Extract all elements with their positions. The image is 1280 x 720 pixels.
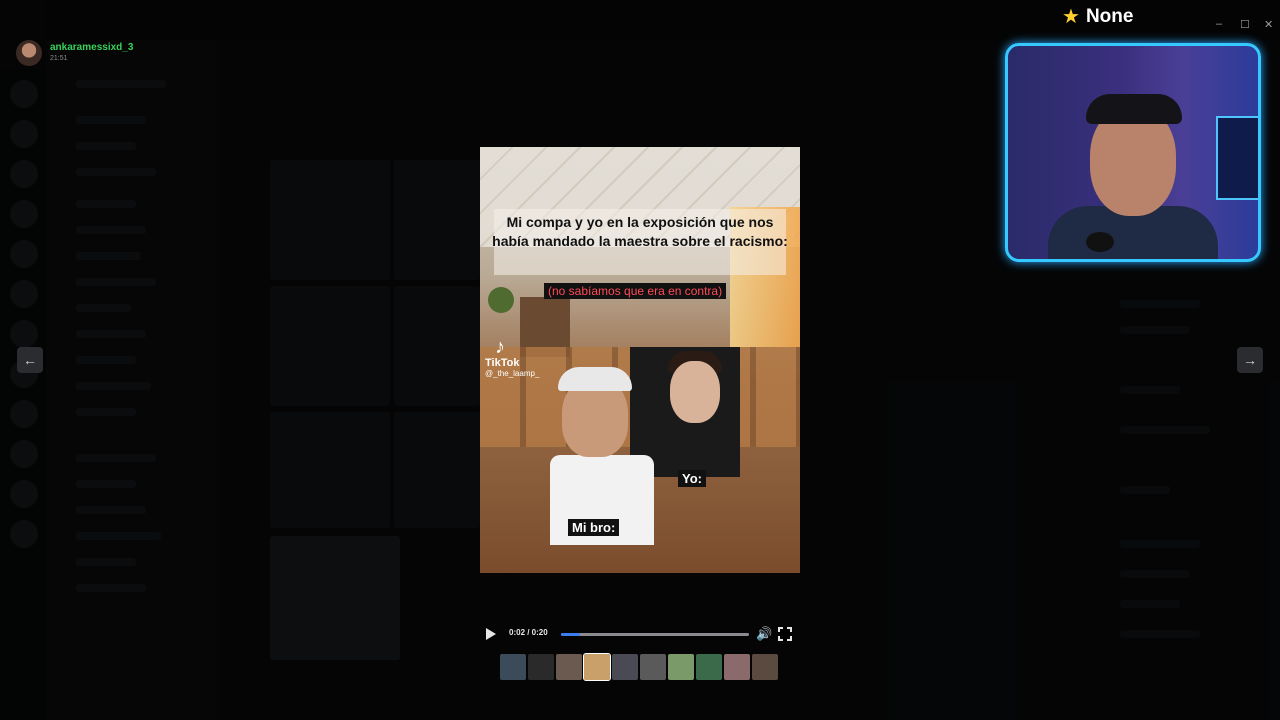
video-scene-plant: [488, 287, 514, 313]
video-time: 0:02 / 0:20: [509, 628, 548, 637]
fullscreen-icon[interactable]: [778, 627, 792, 641]
webcam-headphones: [1086, 94, 1182, 124]
arrow-left-icon: ←: [23, 352, 37, 368]
thumbnail[interactable]: [724, 654, 750, 680]
avatar[interactable]: [16, 40, 42, 66]
volume-icon[interactable]: 🔊: [756, 626, 772, 642]
uploader-name[interactable]: ankaramessixd_3: [50, 42, 133, 54]
video-person-left: [550, 367, 654, 545]
video-subnote: (no sabíamos que era en contra): [544, 283, 727, 299]
upload-time: 21:51: [50, 55, 68, 62]
close-icon[interactable]: ✕: [1264, 18, 1273, 31]
play-icon[interactable]: [486, 628, 496, 640]
webcam-microphone: [1086, 232, 1114, 252]
label-yo: Yo:: [678, 470, 706, 487]
webcam-title: ★ None: [1062, 6, 1133, 28]
video-controls: 0:02 / 0:20 🔊: [480, 624, 800, 644]
label-mi-bro: Mi bro:: [568, 519, 620, 536]
seek-bar-fill: [561, 633, 580, 636]
thumbnail[interactable]: [500, 654, 526, 680]
tiktok-watermark: ♪ TikTok @_the_laamp_: [485, 337, 539, 379]
seek-bar[interactable]: [561, 633, 749, 636]
previous-media-button[interactable]: ←: [17, 347, 43, 373]
webcam-name: None: [1085, 6, 1134, 27]
webcam-overlay: [1005, 43, 1261, 262]
star-icon: ★: [1062, 6, 1080, 28]
thumbnail[interactable]: [668, 654, 694, 680]
tiktok-handle: @_the_laamp_: [485, 369, 540, 378]
uploader-info: ankaramessixd_3 21:51: [16, 40, 133, 66]
webcam-shelf: [1216, 116, 1258, 200]
thumbnail[interactable]: [612, 654, 638, 680]
video-player[interactable]: Mi compa y yo en la exposición que nos h…: [480, 147, 800, 573]
thumbnail[interactable]: [696, 654, 722, 680]
thumbnail[interactable]: [640, 654, 666, 680]
minimize-icon[interactable]: –: [1216, 18, 1222, 30]
arrow-right-icon: →: [1243, 352, 1257, 368]
next-media-button[interactable]: →: [1237, 347, 1263, 373]
tiktok-name: TikTok: [485, 357, 520, 369]
tiktok-icon: ♪: [495, 336, 505, 358]
thumbnail[interactable]: [752, 654, 778, 680]
thumbnail[interactable]: [583, 653, 611, 681]
thumbnail[interactable]: [556, 654, 582, 680]
thumbnail[interactable]: [528, 654, 554, 680]
video-caption: Mi compa y yo en la exposición que nos h…: [492, 214, 788, 249]
thumbnail-strip: [500, 653, 780, 681]
maximize-icon[interactable]: ☐: [1240, 18, 1250, 31]
